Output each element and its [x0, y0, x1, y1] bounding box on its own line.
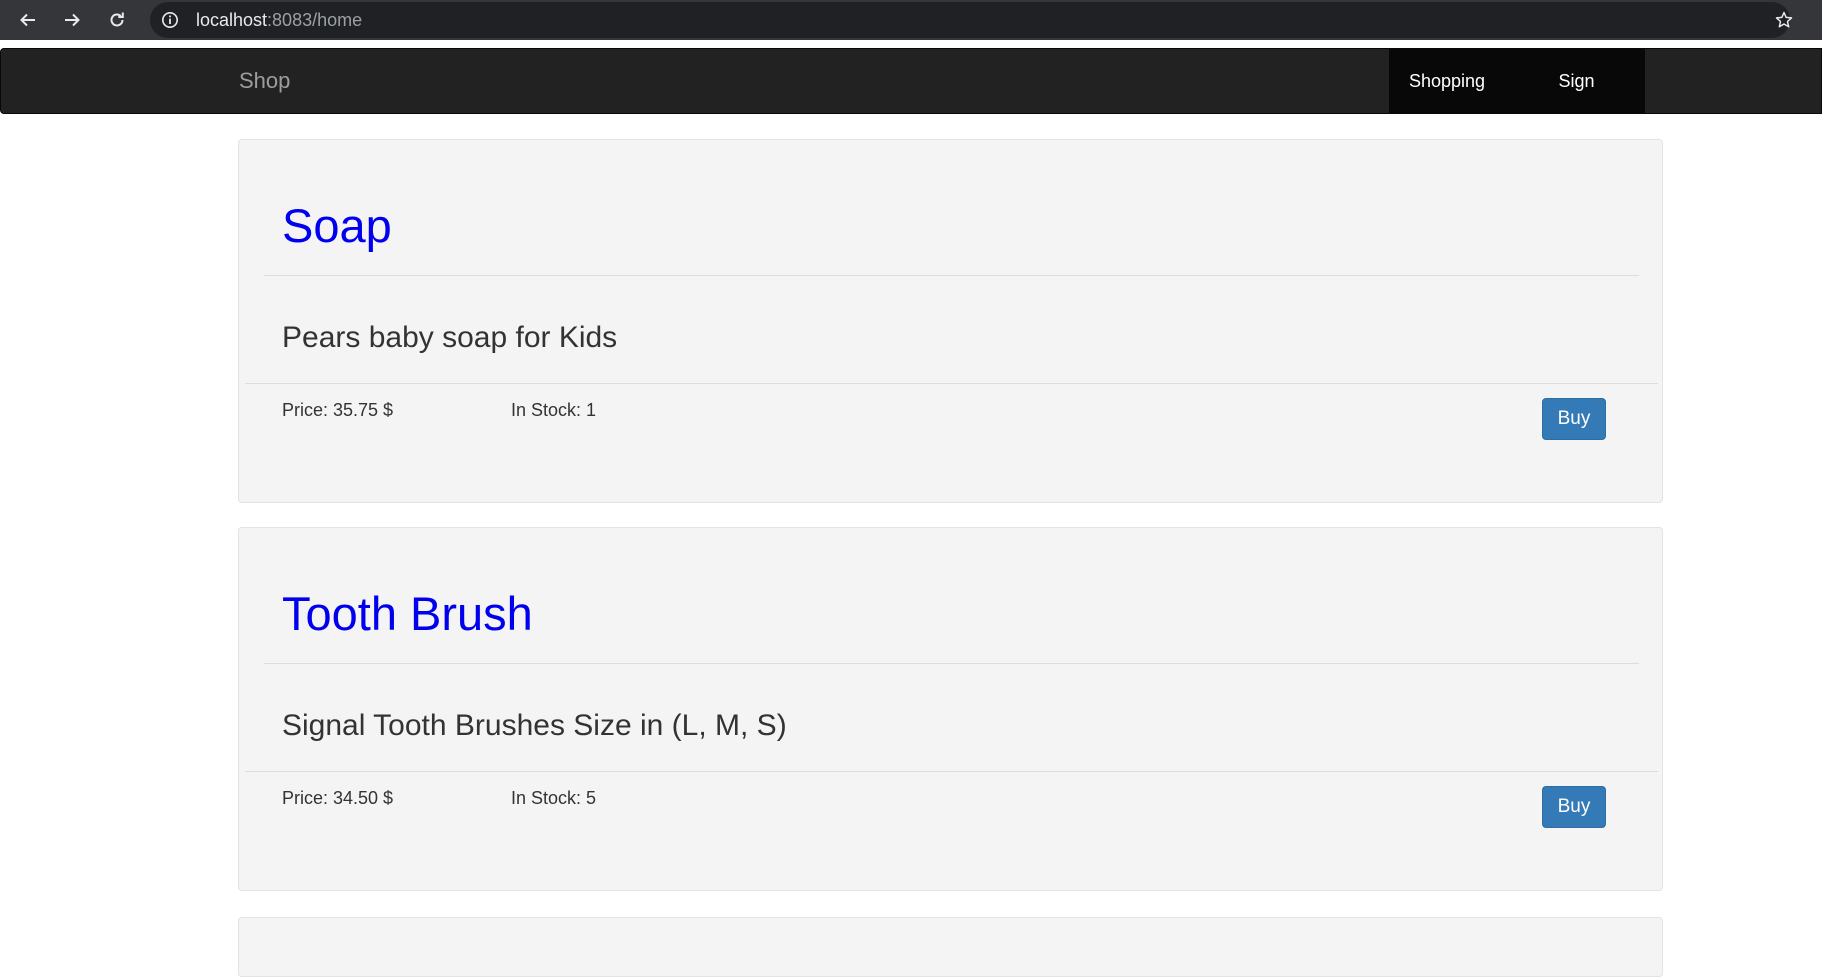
- url-host: localhost: [196, 10, 268, 30]
- sign-out-link[interactable]: Sign Out: [1541, 49, 1645, 155]
- shopping-cart-link[interactable]: Shopping Cart: [1389, 49, 1541, 155]
- product-price: Price: 35.75 $: [282, 400, 394, 420]
- product-card: Tooth Brush Signal Tooth Brushes Size in…: [238, 527, 1663, 891]
- product-stock: In Stock: 1: [511, 400, 597, 420]
- product-price: Price: 34.50 $: [282, 788, 394, 808]
- navbar-right: Shopping Cart Sign Out: [1389, 49, 1645, 155]
- product-card: [238, 917, 1663, 977]
- divider: [264, 275, 1639, 276]
- url-path: :8083/home: [267, 10, 363, 30]
- product-title[interactable]: Tooth Brush: [282, 586, 533, 642]
- browser-toolbar: localhost:8083/home: [0, 0, 1822, 40]
- divider: [245, 383, 1658, 384]
- url-text[interactable]: localhost:8083/home: [196, 9, 362, 31]
- address-bar[interactable]: [150, 2, 1790, 38]
- divider: [264, 663, 1639, 664]
- star-icon[interactable]: [1772, 8, 1796, 32]
- divider: [245, 771, 1658, 772]
- product-title[interactable]: Soap: [282, 198, 392, 254]
- info-icon[interactable]: [160, 10, 180, 30]
- product-description: Pears baby soap for Kids: [282, 321, 618, 354]
- buy-button[interactable]: Buy: [1542, 786, 1606, 828]
- reload-icon[interactable]: [103, 6, 131, 34]
- site-navbar: Shop Shopping Cart Sign Out: [0, 48, 1822, 155]
- brand-link[interactable]: Shop: [239, 49, 290, 113]
- product-card: Soap Pears baby soap for Kids Price: 35.…: [238, 139, 1663, 503]
- product-description: Signal Tooth Brushes Size in (L, M, S): [282, 709, 787, 742]
- product-stock: In Stock: 5: [511, 788, 597, 808]
- forward-arrow-icon[interactable]: [58, 6, 86, 34]
- back-arrow-icon[interactable]: [14, 6, 42, 34]
- buy-button[interactable]: Buy: [1542, 398, 1606, 440]
